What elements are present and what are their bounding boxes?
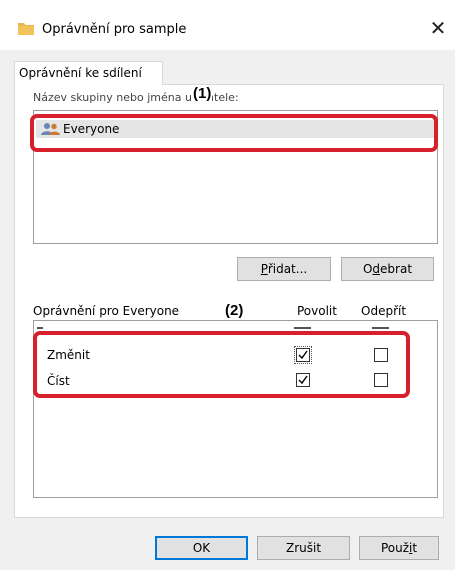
add-mnemonic: P <box>260 262 268 276</box>
remove-label-post: ebrat <box>380 262 413 276</box>
callout-label-1: (1) <box>192 85 213 102</box>
add-button[interactable]: Přidat... <box>237 257 331 281</box>
allow-column-header: Povolit <box>297 304 337 318</box>
add-label: řidat... <box>267 262 308 276</box>
callout-frame-1 <box>30 114 438 152</box>
scrolled-checkbox-stub <box>294 327 311 329</box>
remove-button[interactable]: Odebrat <box>341 257 434 281</box>
apply-label-pre: Použ <box>380 541 409 555</box>
tab-sharing-permissions[interactable]: Oprávnění ke sdílení <box>14 61 163 85</box>
callout-label-2: (2) <box>224 302 245 319</box>
permissions-header: Oprávnění pro Everyone <box>33 304 180 318</box>
apply-label-post: t <box>412 541 418 555</box>
close-button[interactable]: ✕ <box>425 16 451 42</box>
deny-column-header: Odepřít <box>361 304 407 318</box>
window-title: Oprávnění pro sample <box>42 22 187 37</box>
folder-icon <box>18 22 34 35</box>
cancel-button[interactable]: Zrušit <box>257 536 350 560</box>
apply-button[interactable]: Použit <box>359 536 439 560</box>
scrolled-row-stub <box>37 327 43 329</box>
ok-button[interactable]: OK <box>155 536 248 560</box>
remove-mnemonic: d <box>372 262 381 276</box>
remove-label-pre: O <box>362 262 373 276</box>
close-icon: ✕ <box>429 16 447 40</box>
scrolled-checkbox-stub <box>372 327 389 329</box>
callout-frame-2 <box>33 331 410 398</box>
